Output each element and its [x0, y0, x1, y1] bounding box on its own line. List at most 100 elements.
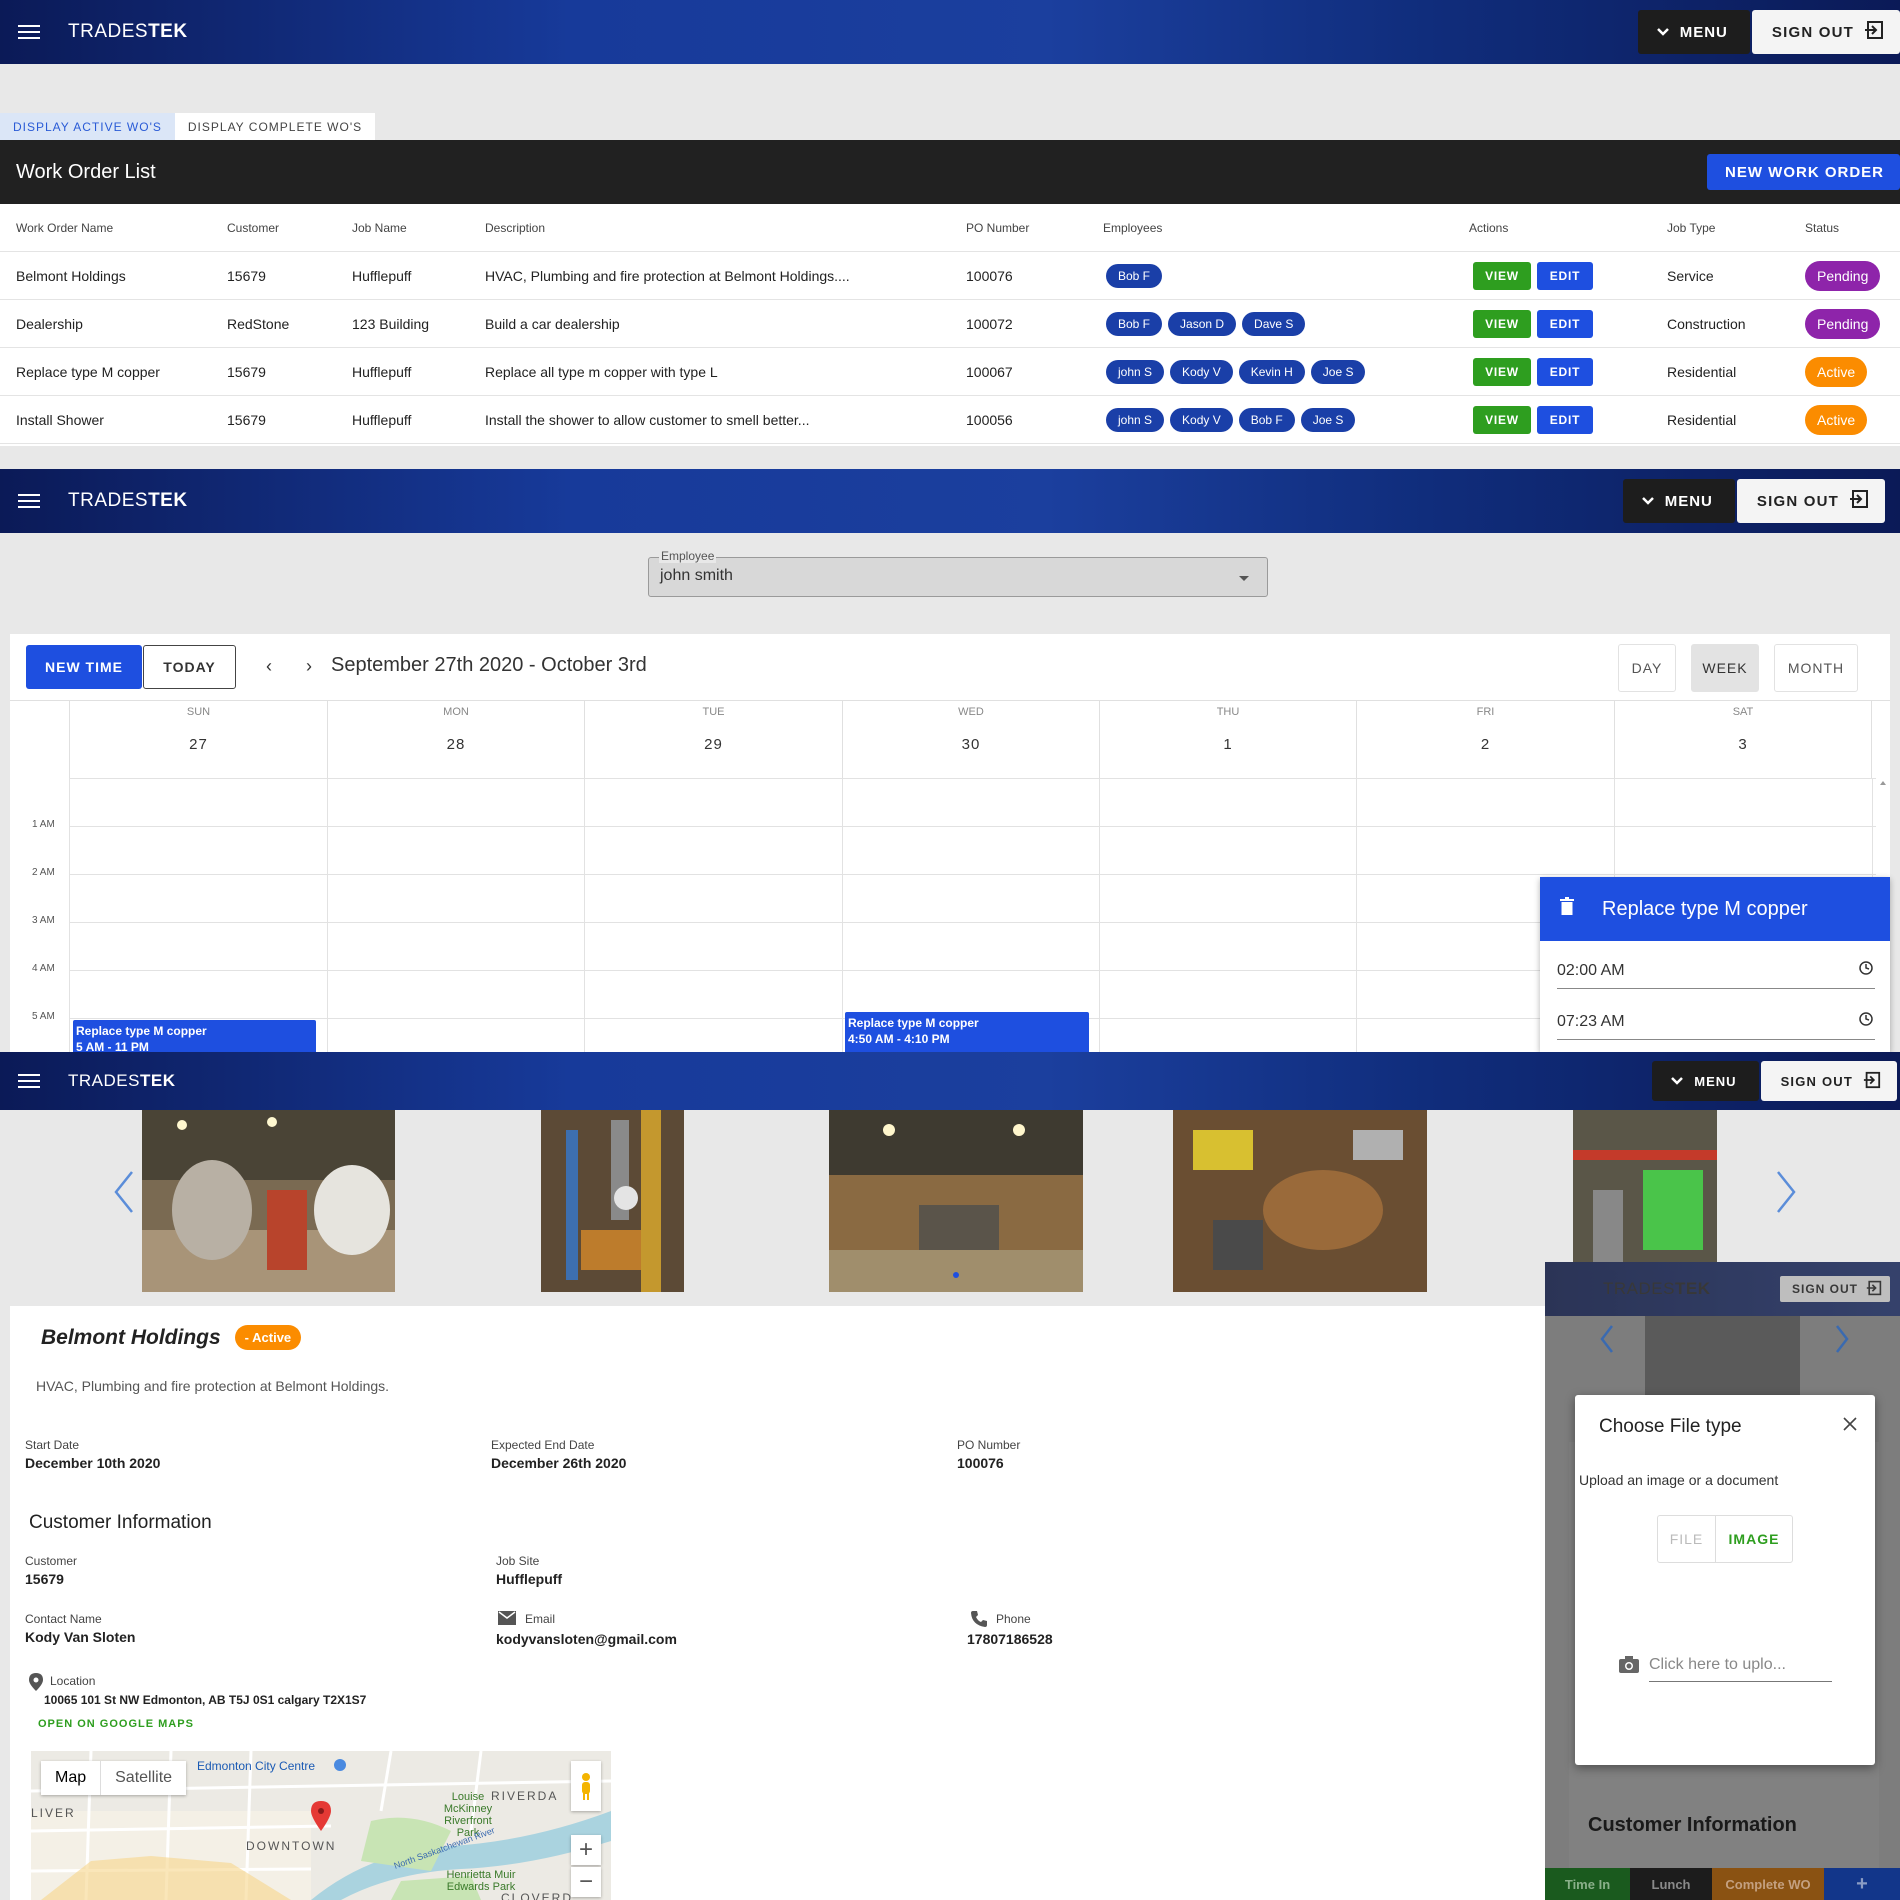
day-header-sat[interactable]: SAT 3 — [1614, 701, 1872, 778]
sign-out-button[interactable]: SIGN OUT — [1751, 10, 1900, 54]
day-header-fri[interactable]: FRI 2 — [1356, 701, 1614, 778]
tab-complete-wos[interactable]: DISPLAY COMPLETE WO'S — [174, 113, 376, 140]
job-photo[interactable] — [541, 1110, 684, 1292]
page-title: Work Order List — [16, 160, 156, 183]
po-number-cell: 100067 — [966, 363, 1013, 380]
table-row[interactable]: Install Shower 15679 Hufflepuff Install … — [0, 396, 1900, 444]
view-day-button[interactable]: DAY — [1618, 644, 1676, 692]
today-button[interactable]: TODAY — [143, 645, 236, 689]
event-popup: Replace type M copper 02:00 AM 07:23 AM — [1540, 877, 1890, 1052]
column-header[interactable]: Description — [485, 204, 545, 251]
open-google-maps-link[interactable]: OPEN ON GOOGLE MAPS — [38, 1718, 194, 1730]
new-time-button[interactable]: NEW TIME — [26, 645, 142, 689]
app-logo[interactable]: TRADESTEK — [68, 1071, 175, 1091]
chevron-right-icon[interactable]: › — [306, 656, 312, 677]
add-button[interactable]: + — [1824, 1868, 1900, 1900]
chevron-left-icon[interactable]: ‹ — [266, 656, 272, 677]
satellite-tab[interactable]: Satellite — [100, 1761, 186, 1795]
column-header[interactable]: Work Order Name — [16, 204, 113, 251]
day-header-sun[interactable]: SUN 27 — [69, 701, 327, 778]
file-type-image-button[interactable]: IMAGE — [1716, 1516, 1792, 1562]
job-photo[interactable] — [142, 1110, 395, 1292]
carousel-next-icon[interactable] — [1774, 1170, 1798, 1226]
view-button[interactable]: VIEW — [1473, 261, 1531, 290]
view-button[interactable]: VIEW — [1473, 309, 1531, 338]
column-header[interactable]: Job Type — [1667, 204, 1715, 251]
view-button[interactable]: VIEW — [1473, 405, 1531, 434]
new-work-order-button[interactable]: NEW WORK ORDER — [1707, 154, 1900, 190]
hamburger-menu-icon[interactable] — [18, 494, 40, 508]
column-header[interactable]: Customer — [227, 204, 279, 251]
column-header[interactable]: Job Name — [352, 204, 407, 251]
column-header[interactable]: PO Number — [966, 204, 1029, 251]
edit-button[interactable]: EDIT — [1537, 405, 1593, 434]
app-logo[interactable]: TRADESTEK — [68, 490, 188, 512]
table-row[interactable]: Belmont Holdings 15679 Hufflepuff HVAC, … — [0, 252, 1900, 300]
zoom-in-button[interactable]: + — [571, 1835, 601, 1865]
app-logo[interactable]: TRADESTEK — [68, 21, 188, 43]
carousel-prev-icon[interactable] — [112, 1170, 136, 1226]
view-button[interactable]: VIEW — [1473, 357, 1531, 386]
hamburger-menu-icon[interactable] — [18, 1074, 40, 1088]
phone-icon — [970, 1610, 988, 1633]
employee-label: Employee — [659, 549, 717, 563]
carousel-next-icon[interactable] — [1835, 1324, 1849, 1359]
zoom-out-button[interactable]: − — [571, 1867, 601, 1897]
employee-select[interactable]: Employee john smith — [648, 549, 1268, 597]
app-logo[interactable]: TRADESTEK — [1603, 1279, 1710, 1299]
email-value[interactable]: kodyvansloten@gmail.com — [496, 1631, 677, 1647]
job-photo[interactable] — [829, 1110, 1083, 1292]
calendar-event[interactable]: Replace type M copper 4:50 AM - 4:10 PM — [845, 1012, 1089, 1052]
time-in-button[interactable]: Time In — [1545, 1868, 1630, 1900]
table-row[interactable]: Dealership RedStone 123 Building Build a… — [0, 300, 1900, 348]
sign-out-button[interactable]: SIGN OUT — [1760, 1061, 1897, 1101]
phone-value[interactable]: 17807186528 — [967, 1631, 1053, 1647]
view-week-button[interactable]: WEEK — [1691, 644, 1759, 692]
hamburger-menu-icon[interactable] — [18, 25, 40, 39]
complete-wo-button[interactable]: Complete WO — [1712, 1868, 1824, 1900]
edit-button[interactable]: EDIT — [1537, 261, 1593, 290]
lunch-button[interactable]: Lunch — [1630, 1868, 1712, 1900]
exit-icon — [1866, 1280, 1882, 1299]
day-header-mon[interactable]: MON 28 — [327, 701, 584, 778]
upload-input[interactable]: Click here to uplo... — [1649, 1648, 1832, 1682]
menu-button[interactable]: MENU — [1637, 10, 1750, 54]
status-cell: Active — [1805, 396, 1868, 443]
job-photo[interactable] — [1173, 1110, 1427, 1292]
day-header-wed[interactable]: WED 30 — [842, 701, 1099, 778]
start-time-input[interactable]: 02:00 AM — [1557, 953, 1875, 989]
sign-out-button[interactable]: SIGN OUT — [1736, 479, 1885, 523]
day-header-thu[interactable]: THU 1 — [1099, 701, 1356, 778]
sign-out-label: SIGN OUT — [1771, 23, 1854, 41]
column-header[interactable]: Employees — [1103, 204, 1162, 251]
event-popup-title: Replace type M copper — [1602, 897, 1808, 920]
tab-active-wos[interactable]: DISPLAY ACTIVE WO'S — [0, 113, 175, 140]
edit-button[interactable]: EDIT — [1537, 357, 1593, 386]
job-site-value: Hufflepuff — [496, 1571, 563, 1587]
upload-placeholder: Click here to uplo... — [1649, 1655, 1786, 1673]
job-type-cell: Construction — [1667, 315, 1746, 332]
column-header[interactable]: Status — [1805, 204, 1839, 251]
scroll-up-icon[interactable] — [1880, 781, 1886, 785]
menu-button[interactable]: MENU — [1652, 1061, 1759, 1101]
sign-out-button[interactable]: SIGN OUT — [1779, 1276, 1890, 1302]
close-icon[interactable] — [1843, 1417, 1857, 1436]
street-view-icon[interactable] — [571, 1761, 601, 1811]
table-row[interactable]: Replace type M copper 15679 Hufflepuff R… — [0, 348, 1900, 396]
start-date-label: Start Date — [25, 1438, 80, 1452]
carousel-prev-icon[interactable] — [1600, 1324, 1614, 1359]
menu-button[interactable]: MENU — [1622, 479, 1735, 523]
map-tab[interactable]: Map — [41, 1761, 100, 1795]
clock-icon[interactable] — [1859, 961, 1873, 980]
edit-button[interactable]: EDIT — [1537, 309, 1593, 338]
grid-line — [584, 778, 585, 1052]
view-month-button[interactable]: MONTH — [1774, 644, 1858, 692]
calendar-event[interactable]: Replace type M copper 5 AM - 11 PM — [73, 1020, 316, 1052]
delete-icon[interactable] — [1560, 897, 1574, 921]
map[interactable]: Map Satellite Edmonton City Centre DOWNT… — [31, 1751, 611, 1900]
file-type-file-button[interactable]: FILE — [1658, 1516, 1716, 1562]
clock-icon[interactable] — [1859, 1012, 1873, 1031]
day-header-tue[interactable]: TUE 29 — [584, 701, 842, 778]
exit-icon — [1849, 489, 1869, 513]
end-time-input[interactable]: 07:23 AM — [1557, 1004, 1875, 1040]
